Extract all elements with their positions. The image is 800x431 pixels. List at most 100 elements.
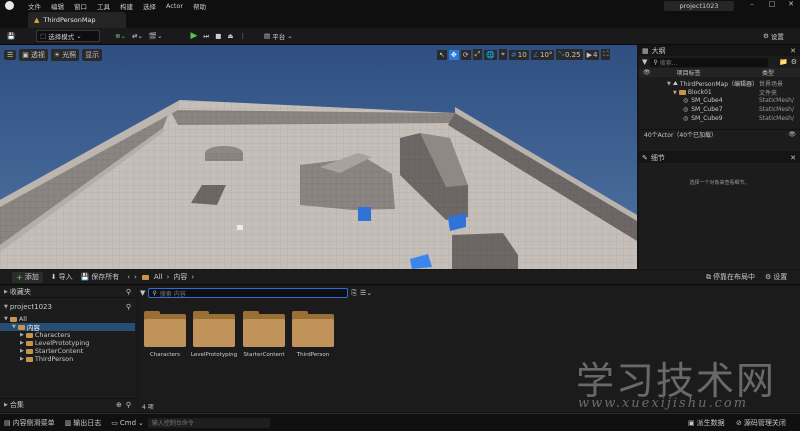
add-collection-icon[interactable]: ⊕ bbox=[116, 401, 122, 409]
content-search-input[interactable]: ⚲ 搜索 内容 bbox=[148, 288, 349, 298]
play-options-icon[interactable]: ⋮ bbox=[237, 30, 250, 42]
breadcrumb-content[interactable]: 内容 bbox=[173, 272, 187, 282]
search-icon[interactable]: ⚲ bbox=[126, 288, 131, 296]
view-options-icon[interactable]: 👁 bbox=[788, 131, 796, 138]
rotate-tool-icon[interactable]: ⟳ bbox=[460, 49, 471, 60]
search-icon[interactable]: ⚲ bbox=[126, 303, 131, 311]
viewport-menu-button[interactable]: ☰ bbox=[4, 50, 17, 60]
back-arrow-icon[interactable]: ‹ bbox=[127, 273, 130, 281]
scale-tool-icon[interactable]: ⤢ bbox=[472, 49, 483, 60]
search-icon[interactable]: ⚲ bbox=[126, 401, 131, 409]
outliner-icon: ▦ bbox=[642, 46, 649, 55]
surface-snap-icon[interactable]: ⌖ bbox=[498, 49, 507, 60]
outliner-row[interactable]: ◎ SM_Cube9 StaticMesh/ bbox=[683, 115, 797, 122]
forward-arrow-icon[interactable]: › bbox=[134, 273, 137, 281]
coord-space-icon[interactable]: 🌐 bbox=[484, 49, 497, 60]
search-icon: ⚲ bbox=[152, 289, 157, 297]
output-log-button[interactable]: ▥ 输出日志 bbox=[65, 418, 102, 428]
favorites-header[interactable]: ▶ 收藏夹 ⚲ bbox=[0, 286, 137, 298]
dock-in-layout-button[interactable]: ⧉ 停靠在布局中 bbox=[706, 272, 755, 282]
outliner-row-type: 世界场景 bbox=[759, 81, 784, 88]
console-input[interactable]: 输入控制台命令 bbox=[147, 417, 270, 428]
create-folder-icon[interactable]: 📁 bbox=[779, 58, 788, 66]
close-icon[interactable]: ✕ bbox=[790, 154, 796, 162]
close-window-button[interactable]: ✕ bbox=[784, 0, 798, 8]
column-label-header[interactable]: 项目标签 bbox=[677, 68, 701, 77]
maximize-viewport-icon[interactable]: ⛶ bbox=[601, 49, 611, 60]
translate-tool-icon[interactable]: ✥ bbox=[448, 49, 459, 60]
rotation-snap-button[interactable]: ∠ 10° bbox=[530, 49, 555, 60]
tree-item-thirdperson[interactable]: ▶ ThirdPerson bbox=[0, 355, 137, 363]
settings-button[interactable]: ⚙ 设置 bbox=[760, 30, 787, 42]
stop-button[interactable]: ■ bbox=[212, 30, 224, 42]
sort-icon[interactable]: ☰⌄ bbox=[360, 289, 372, 297]
collections-header[interactable]: ▶ 合集 ⊕ ⚲ bbox=[0, 398, 137, 410]
add-button[interactable]: + 添加 bbox=[12, 271, 43, 283]
save-all-button[interactable]: 💾 保存所有 bbox=[81, 272, 120, 282]
tree-item-startercontent[interactable]: ▶ StarterContent bbox=[0, 347, 137, 355]
tree-item-characters[interactable]: ▶ Characters bbox=[0, 331, 137, 339]
asset-folder-characters[interactable] bbox=[144, 311, 186, 347]
outliner-row[interactable]: ◎ SM_Cube7 StaticMesh/ bbox=[683, 106, 797, 113]
save-icon[interactable]: 💾 bbox=[4, 30, 18, 42]
asset-folder-levelprototyping[interactable] bbox=[193, 311, 235, 347]
tree-item-content[interactable]: ▼ 内容 bbox=[0, 323, 135, 332]
perspective-button[interactable]: ▣ 透视 bbox=[19, 49, 48, 61]
tree-item-all[interactable]: ▼ All bbox=[0, 315, 137, 323]
play-button[interactable]: ▶ bbox=[187, 30, 200, 42]
folder-icon bbox=[25, 340, 33, 346]
menu-build[interactable]: 构建 bbox=[120, 1, 133, 11]
perspective-label: 透视 bbox=[30, 51, 45, 59]
platform-dropdown[interactable]: ▤ 平台 ⌄ bbox=[261, 30, 296, 42]
outliner-row[interactable]: ▼ ⛰ ThirdPersonMap（编辑器） 世界场景 bbox=[667, 79, 797, 89]
menu-file[interactable]: 文件 bbox=[28, 1, 41, 11]
camera-speed-button[interactable]: ▶ 4 bbox=[584, 49, 600, 60]
import-button[interactable]: ⬇ 导入 bbox=[51, 272, 73, 282]
menu-help[interactable]: 帮助 bbox=[193, 1, 206, 11]
step-button[interactable]: ⏭ bbox=[200, 30, 212, 42]
outliner-search-input[interactable]: ⚲ 搜索... bbox=[650, 57, 768, 67]
outliner-row[interactable]: ◎ SM_Cube4 StaticMesh/ bbox=[683, 97, 797, 104]
asset-folder-startercontent[interactable] bbox=[243, 311, 285, 347]
eject-button[interactable]: ⏏ bbox=[224, 30, 236, 42]
grid-snap-button[interactable]: # 10 bbox=[508, 49, 529, 60]
filter-icon[interactable]: ▼ bbox=[642, 58, 647, 66]
add-content-icon[interactable]: ⊕⌄ bbox=[112, 30, 129, 42]
folder-icon bbox=[678, 90, 686, 95]
maximize-button[interactable]: □ bbox=[765, 0, 779, 8]
project-header[interactable]: ▼ project1023 ⚲ bbox=[0, 301, 137, 313]
cinematics-icon[interactable]: 🎬⌄ bbox=[146, 30, 166, 42]
asset-folder-thirdperson[interactable] bbox=[292, 311, 334, 347]
close-icon[interactable]: ✕ bbox=[790, 47, 796, 55]
filter-icon[interactable]: ▼ bbox=[140, 289, 145, 297]
select-tool-icon[interactable]: ↖ bbox=[437, 49, 447, 60]
column-type-header[interactable]: 类型 bbox=[762, 68, 800, 77]
menu-tools[interactable]: 工具 bbox=[97, 1, 110, 11]
show-button[interactable]: 显示 bbox=[82, 49, 103, 61]
source-control-button[interactable]: ⊘ 源码管理关闭 bbox=[736, 418, 786, 428]
breadcrumb-all[interactable]: All bbox=[154, 273, 163, 281]
lit-button[interactable]: ☀ 光照 bbox=[50, 49, 80, 61]
menu-actor[interactable]: Actor bbox=[166, 2, 183, 10]
tab-thirdpersonmap[interactable]: ▲ ThirdPersonMap bbox=[28, 12, 126, 28]
rotation-snap-value: 10° bbox=[539, 50, 553, 59]
tree-item-levelprototyping[interactable]: ▶ LevelPrototyping bbox=[0, 339, 137, 347]
content-drawer-button[interactable]: ▤ 内容侧滑菜单 bbox=[4, 418, 55, 428]
minimize-button[interactable]: – bbox=[745, 0, 759, 8]
outliner-row[interactable]: ▼ Block01 文件夹 bbox=[673, 88, 797, 97]
blueprint-icon[interactable]: ⇄⌄ bbox=[129, 30, 146, 42]
save-search-icon[interactable]: ⎘ bbox=[351, 289, 357, 298]
menu-window[interactable]: 窗口 bbox=[74, 1, 87, 11]
console-placeholder: 输入控制台命令 bbox=[151, 420, 194, 427]
lit-label: 光照 bbox=[62, 51, 77, 59]
level-viewport[interactable]: ☰ ▣ 透视 ☀ 光照 显示 ↖ ✥ ⟳ ⤢ 🌐 ⌖ # 10 ∠ 10° ⤡ … bbox=[0, 45, 637, 269]
cmd-dropdown[interactable]: ▭ Cmd ⌄ bbox=[111, 419, 144, 427]
menu-edit[interactable]: 编辑 bbox=[51, 1, 64, 11]
scale-snap-button[interactable]: ⤡ 0.25 bbox=[556, 49, 583, 60]
derived-data-button[interactable]: ▣ 派生数据 bbox=[688, 418, 725, 428]
outliner-column-header: 👁 项目标签 类型 bbox=[639, 68, 800, 77]
menu-select[interactable]: 选择 bbox=[143, 1, 156, 11]
gear-icon[interactable]: ⚙ bbox=[791, 58, 797, 66]
content-settings-button[interactable]: ⚙ 设置 bbox=[765, 272, 787, 282]
mode-dropdown[interactable]: ⬚ 选择模式 ⌄ bbox=[36, 30, 101, 42]
